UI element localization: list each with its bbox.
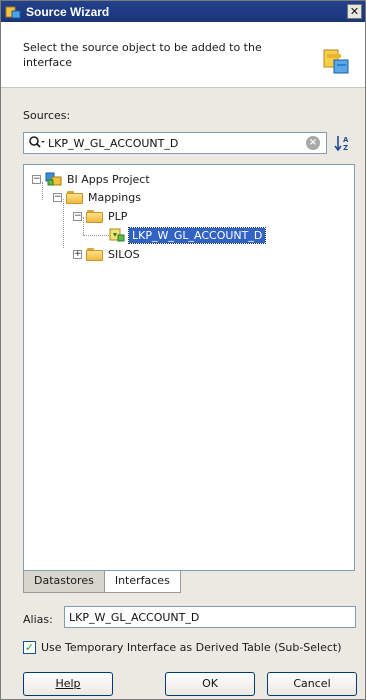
header-panel: Select the source object to be added to … (1, 22, 365, 88)
collapse-toggle[interactable]: − (53, 192, 62, 202)
folder-icon (66, 190, 84, 204)
source-tabs: Datastores Interfaces (23, 571, 181, 593)
alias-label: Alias: (23, 613, 53, 626)
search-box[interactable]: × (23, 132, 327, 154)
tree-label-project: BI Apps Project (67, 172, 150, 186)
search-input[interactable] (46, 134, 296, 152)
svg-text:Z: Z (343, 144, 348, 152)
interface-icon (109, 227, 125, 243)
window-title: Source Wizard (26, 4, 110, 19)
tree-node-selected[interactable]: LKP_W_GL_ACCOUNT_D (109, 226, 267, 244)
tree-node-silos[interactable]: + SILOS (73, 245, 140, 263)
folder-icon (86, 209, 104, 223)
tree-node-mappings[interactable]: − Mappings (53, 188, 141, 206)
tree-node-project[interactable]: − BI Apps Project (32, 170, 150, 188)
tree-node-plp[interactable]: − PLP (73, 207, 127, 225)
sort-az-icon[interactable]: A Z (334, 134, 354, 152)
tree-label-mappings: Mappings (88, 190, 141, 204)
sources-tree[interactable]: − BI Apps Project − Mappings − PLP LKP_W… (23, 164, 355, 571)
derived-table-checkbox[interactable]: ✓ (23, 641, 36, 654)
source-wizard-dialog: Source Wizard ✕ Select the source object… (0, 0, 366, 700)
title-bar[interactable]: Source Wizard ✕ (1, 1, 365, 22)
help-button[interactable]: Help (23, 672, 113, 696)
ok-button[interactable]: OK (165, 672, 255, 696)
svg-text:A: A (343, 136, 349, 144)
sources-label: Sources: (23, 109, 71, 122)
alias-input[interactable] (64, 606, 356, 628)
tree-label-selected: LKP_W_GL_ACCOUNT_D (127, 226, 267, 244)
collapse-toggle[interactable]: − (73, 211, 82, 221)
collapse-toggle[interactable]: − (32, 174, 41, 184)
tree-guide (63, 199, 64, 248)
wizard-icon (5, 4, 21, 20)
tab-interfaces[interactable]: Interfaces (104, 571, 181, 593)
expand-toggle[interactable]: + (73, 249, 82, 259)
tree-label-silos: SILOS (108, 247, 140, 261)
tree-guide (83, 235, 109, 236)
ok-button-label: OK (202, 677, 218, 690)
derived-table-label: Use Temporary Interface as Derived Table… (41, 641, 342, 654)
tab-datastores[interactable]: Datastores (23, 571, 105, 593)
close-button[interactable]: ✕ (347, 4, 362, 19)
derived-table-option[interactable]: ✓ Use Temporary Interface as Derived Tab… (23, 641, 342, 654)
folder-icon (86, 247, 104, 261)
help-button-label: Help (55, 677, 81, 690)
tree-label-plp: PLP (108, 209, 128, 223)
cancel-button[interactable]: Cancel (267, 672, 357, 696)
instruction-text: Select the source object to be added to … (23, 41, 262, 69)
search-icon[interactable] (28, 135, 46, 151)
cancel-button-label: Cancel (293, 677, 331, 690)
project-icon (45, 171, 63, 187)
clear-icon[interactable]: × (306, 136, 320, 150)
datastore-add-icon (321, 46, 351, 76)
